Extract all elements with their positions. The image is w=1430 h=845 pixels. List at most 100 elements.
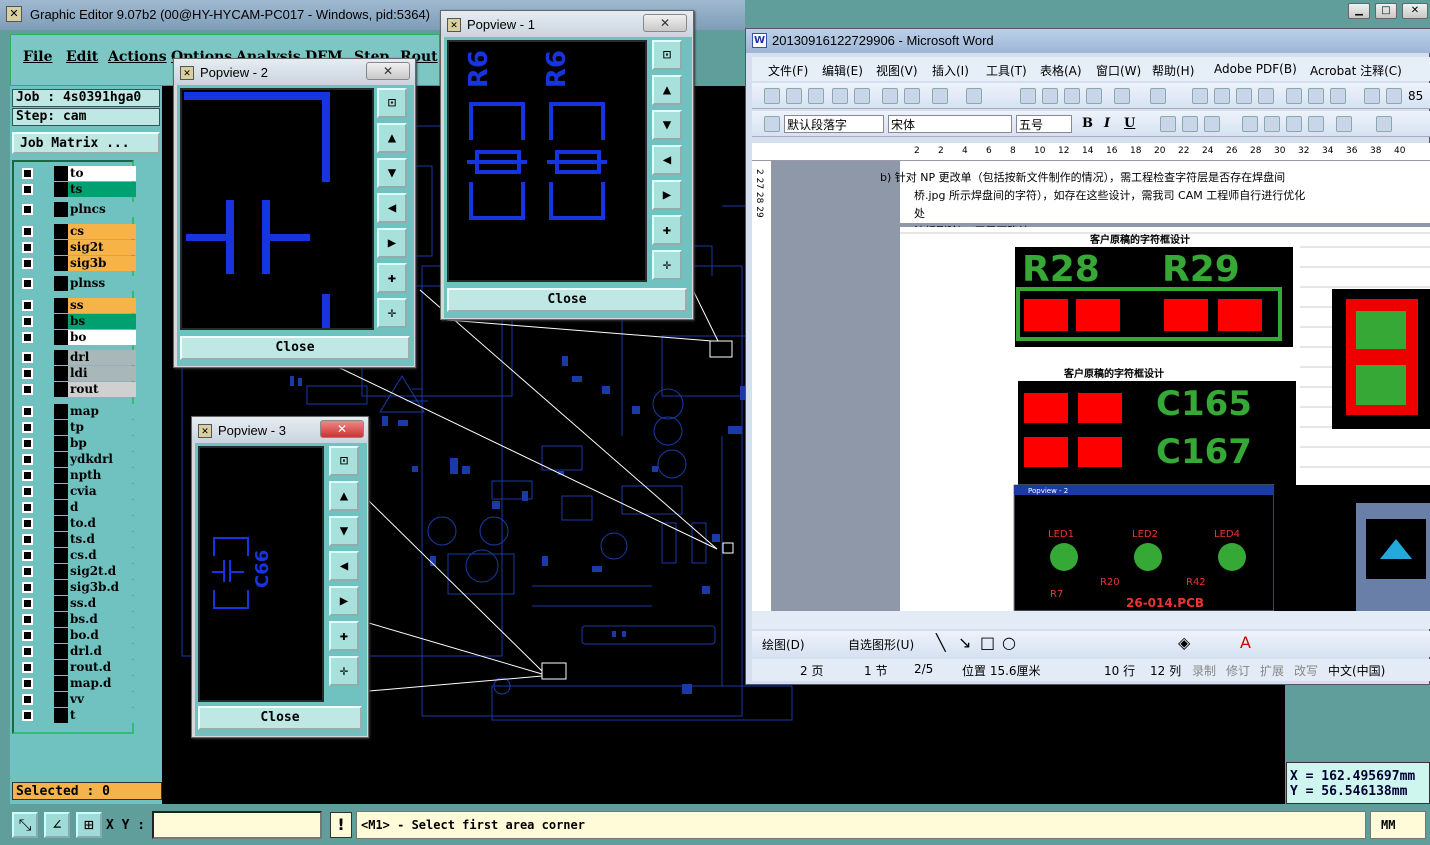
menu-file[interactable]: File — [23, 49, 52, 65]
layer-checkbox[interactable] — [22, 168, 33, 179]
pan-up-icon[interactable]: ▲ — [329, 481, 359, 511]
align-right-icon[interactable] — [1286, 116, 1302, 132]
font-color-icon[interactable]: A — [1240, 633, 1251, 652]
drawing-icon[interactable] — [1308, 88, 1324, 104]
layer-checkbox[interactable] — [22, 384, 33, 395]
layer-checkbox[interactable] — [22, 646, 33, 657]
close-icon[interactable]: ✕ — [643, 14, 687, 32]
zoom-window-icon[interactable]: ⤡ — [12, 812, 38, 838]
permission-icon[interactable] — [832, 88, 848, 104]
pan-up-icon[interactable]: ▲ — [652, 75, 682, 105]
layer-row[interactable]: bs — [20, 314, 136, 329]
pan-right-icon[interactable]: ▶ — [652, 180, 682, 210]
layer-row[interactable]: sig2t — [20, 240, 136, 255]
layer-row[interactable]: map — [20, 404, 136, 419]
pan-up-icon[interactable]: ▲ — [377, 123, 407, 153]
layer-checkbox[interactable] — [22, 352, 33, 363]
justify-icon[interactable] — [1308, 116, 1324, 132]
layer-row[interactable]: sig3b.d — [20, 580, 136, 595]
layer-row[interactable]: ydkdrl — [20, 452, 136, 467]
format-painter-icon[interactable] — [1086, 88, 1102, 104]
menu-actions[interactable]: Actions — [108, 49, 167, 65]
oval-icon[interactable]: ○ — [1002, 633, 1016, 652]
word-menu-help[interactable]: 帮助(H) — [1152, 62, 1194, 79]
horizontal-ruler[interactable]: 2 2 4 6 8 10 12 14 16 18 20 22 24 26 28 30 32 34 36 38 40 — [752, 143, 1430, 161]
line-spacing-icon[interactable] — [1336, 116, 1352, 132]
units-selector[interactable]: MM — [1370, 811, 1426, 839]
layer-row[interactable]: bo.d — [20, 628, 136, 643]
word-menu-edit[interactable]: 编辑(E) — [822, 62, 863, 79]
layer-checkbox[interactable] — [22, 518, 33, 529]
measure-icon[interactable]: ∠ — [44, 812, 70, 838]
layer-row[interactable]: ss.d — [20, 596, 136, 611]
layer-row[interactable]: cs.d — [20, 548, 136, 563]
email-icon[interactable] — [854, 88, 870, 104]
pan-down-icon[interactable]: ▼ — [329, 516, 359, 546]
layer-row[interactable]: cvia — [20, 484, 136, 499]
layer-checkbox[interactable] — [22, 368, 33, 379]
popview-1-view[interactable]: R6 R6 — [447, 40, 647, 282]
word-menu-view[interactable]: 视图(V) — [876, 62, 918, 79]
status-overtype[interactable]: 改写 — [1294, 662, 1318, 679]
status-track[interactable]: 修订 — [1226, 662, 1250, 679]
document-map-icon[interactable] — [1330, 88, 1346, 104]
show-hide-icon[interactable] — [1364, 88, 1380, 104]
italic-icon[interactable]: I — [1104, 116, 1110, 131]
layer-row[interactable]: to — [20, 166, 136, 181]
layer-checkbox[interactable] — [22, 470, 33, 481]
popview-3-title-bar[interactable]: ✕ Popview - 3 ✕ — [192, 417, 368, 443]
word-menu-adobe-pdf[interactable]: Adobe PDF(B) — [1214, 62, 1297, 76]
layer-checkbox[interactable] — [22, 316, 33, 327]
job-matrix-button[interactable]: Job Matrix ... — [12, 132, 160, 154]
zoom-fit-icon[interactable]: ⊡ — [652, 40, 682, 70]
word-menu-acrobat[interactable]: Acrobat 注释(C) — [1310, 62, 1402, 79]
layer-row[interactable]: rout.d — [20, 660, 136, 675]
status-record[interactable]: 录制 — [1192, 662, 1216, 679]
grid-icon[interactable]: ⊞ — [76, 812, 102, 838]
word-menu-window[interactable]: 窗口(W) — [1096, 62, 1141, 79]
paste-icon[interactable] — [1064, 88, 1080, 104]
zoom-out-icon[interactable]: ✛ — [329, 656, 359, 686]
layer-checkbox[interactable] — [22, 678, 33, 689]
font-select[interactable]: 宋体 — [888, 115, 1012, 133]
layer-row[interactable]: bo — [20, 330, 136, 345]
popview-2-view[interactable] — [180, 88, 374, 330]
styles-icon[interactable] — [764, 116, 780, 132]
layer-checkbox[interactable] — [22, 184, 33, 195]
close-icon[interactable]: ✕ — [366, 62, 410, 80]
layer-checkbox[interactable] — [22, 332, 33, 343]
redo-icon[interactable] — [1150, 88, 1166, 104]
layer-checkbox[interactable] — [22, 710, 33, 721]
font-size-select[interactable]: 五号 — [1016, 115, 1072, 133]
numbering-icon[interactable] — [1376, 116, 1392, 132]
layer-row[interactable]: to.d — [20, 516, 136, 531]
zoom-fit-icon[interactable]: ⊡ — [329, 446, 359, 476]
layer-row[interactable]: plncs — [20, 202, 136, 217]
maximize-icon[interactable]: □ — [1375, 3, 1397, 19]
layer-row[interactable]: vv — [20, 692, 136, 707]
zoom-in-icon[interactable]: ✚ — [329, 621, 359, 651]
word-menu-table[interactable]: 表格(A) — [1040, 62, 1082, 79]
layer-row[interactable]: bp — [20, 436, 136, 451]
popview-1-close-button[interactable]: Close — [447, 288, 687, 312]
pan-left-icon[interactable]: ◀ — [377, 193, 407, 223]
close-icon[interactable]: ✕ — [320, 420, 364, 438]
layer-row[interactable]: drl.d — [20, 644, 136, 659]
pan-left-icon[interactable]: ◀ — [329, 551, 359, 581]
layer-row[interactable]: npth — [20, 468, 136, 483]
layer-row[interactable]: ss — [20, 298, 136, 313]
char-border-icon[interactable] — [1160, 116, 1176, 132]
minimize-icon[interactable]: ▁ — [1348, 3, 1370, 19]
layer-row[interactable]: cs — [20, 224, 136, 239]
status-extend[interactable]: 扩展 — [1260, 662, 1284, 679]
arrow-icon[interactable]: ↘ — [958, 633, 971, 652]
popview-3-close-button[interactable]: Close — [198, 706, 362, 730]
align-center-icon[interactable] — [1264, 116, 1280, 132]
layer-row[interactable]: t — [20, 708, 136, 723]
layer-checkbox[interactable] — [22, 566, 33, 577]
layer-checkbox[interactable] — [22, 278, 33, 289]
zoom-out-icon[interactable]: ✛ — [377, 298, 407, 328]
fill-color-icon[interactable]: ◈ — [1178, 633, 1190, 652]
zoom-in-icon[interactable]: ✚ — [652, 215, 682, 245]
pan-left-icon[interactable]: ◀ — [652, 145, 682, 175]
